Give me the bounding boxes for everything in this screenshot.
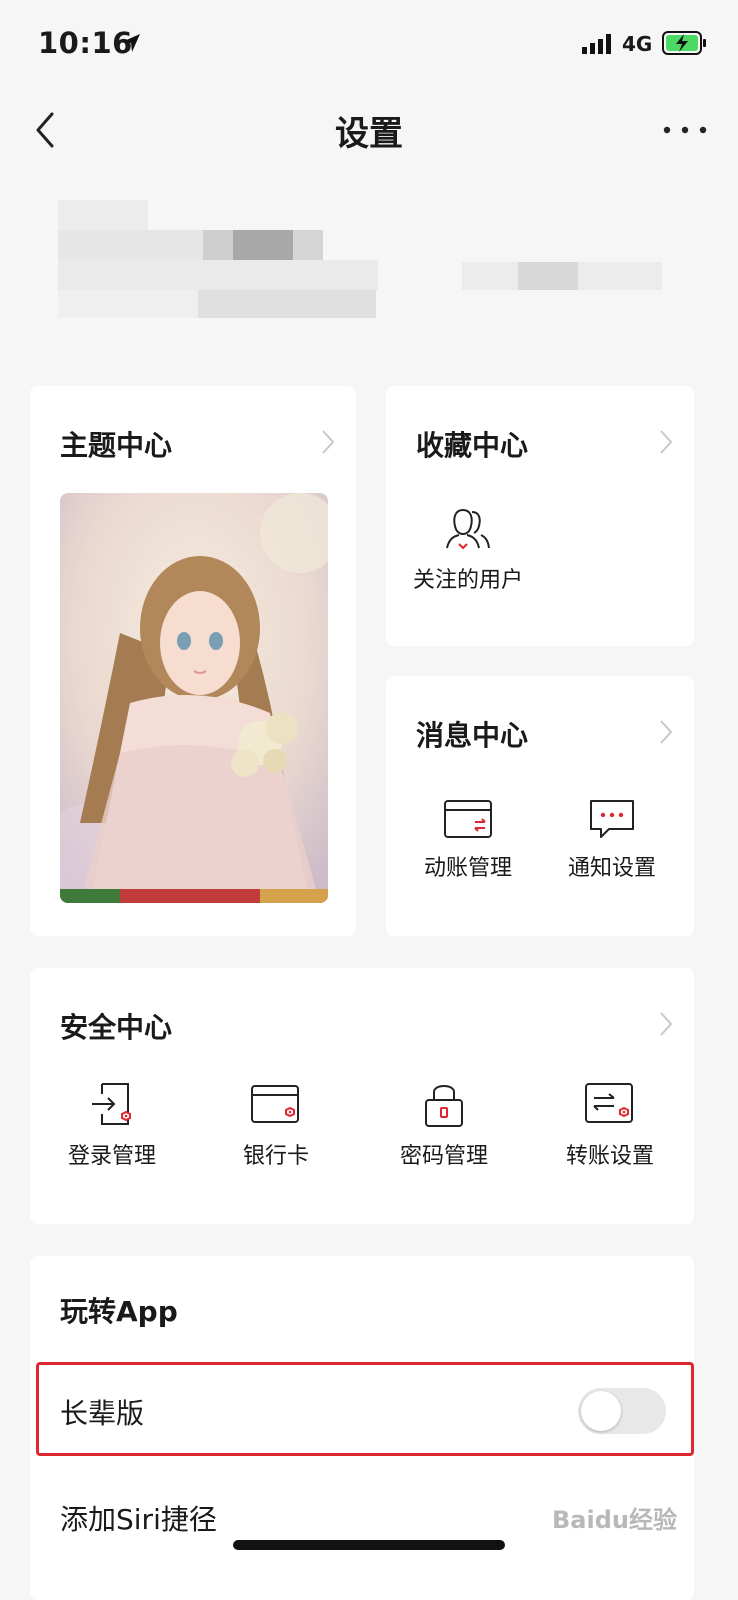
password-management-item[interactable]: 密码管理 [380,1080,508,1170]
theme-center-card[interactable]: 主题中心 [30,386,356,936]
location-arrow-icon [122,34,140,52]
battery-charging-icon [662,31,706,55]
transfer-settings-item[interactable]: 转账设置 [546,1080,674,1170]
bank-card-item[interactable]: 银行卡 [212,1080,340,1170]
login-management-item[interactable]: 登录管理 [48,1080,176,1170]
password-management-label: 密码管理 [399,1144,488,1169]
siri-shortcut-row[interactable]: 添加Siri捷径 [60,1498,217,1538]
status-bar: 10:16 4G [0,0,738,90]
network-type: 4G [622,32,653,56]
followed-users-icon [446,508,490,550]
toggle-knob [581,1391,621,1431]
chevron-right-icon [322,430,335,454]
chevron-right-icon [660,430,673,454]
play-app-title: 玩转App [60,1295,178,1328]
account-transaction-label: 动账管理 [423,856,512,881]
signal-icon [582,34,611,54]
login-icon [92,1083,131,1125]
favorites-center-card[interactable]: 收藏中心 关注的用户 [386,386,694,646]
theme-center-title: 主题中心 [60,429,173,462]
favorites-center-title: 收藏中心 [416,429,529,462]
chevron-right-icon [660,1012,673,1036]
account-transaction-item[interactable]: 动账管理 [404,798,532,882]
followed-users-label: 关注的用户 [412,568,523,593]
followed-users-item[interactable]: 关注的用户 [404,504,532,594]
login-management-label: 登录管理 [67,1144,156,1169]
theme-preview-image[interactable] [60,493,328,903]
chevron-right-icon [660,720,673,744]
page-title: 设置 [335,114,403,154]
lock-icon [425,1085,463,1127]
transfer-icon [585,1083,633,1123]
notification-icon [590,800,634,838]
bank-card-icon [251,1085,299,1123]
message-center-card[interactable]: 消息中心 动账管理 通知设置 [386,676,694,936]
status-time: 10:16 [38,26,133,60]
home-indicator [233,1540,505,1550]
transfer-settings-label: 转账设置 [565,1144,654,1169]
message-center-title: 消息中心 [416,719,529,752]
more-icon[interactable] [660,112,710,148]
elder-mode-toggle[interactable] [578,1388,666,1434]
bank-card-label: 银行卡 [242,1144,309,1169]
security-center-card[interactable]: 安全中心 登录管理 银行卡 密码管理 转账设置 [30,968,694,1224]
watermark: Baidu经验 [552,1506,677,1534]
account-transaction-icon [444,800,492,838]
blurred-profile-info [58,200,678,330]
notification-settings-label: 通知设置 [567,856,656,881]
notification-settings-item[interactable]: 通知设置 [548,798,676,882]
security-center-title: 安全中心 [60,1011,173,1044]
